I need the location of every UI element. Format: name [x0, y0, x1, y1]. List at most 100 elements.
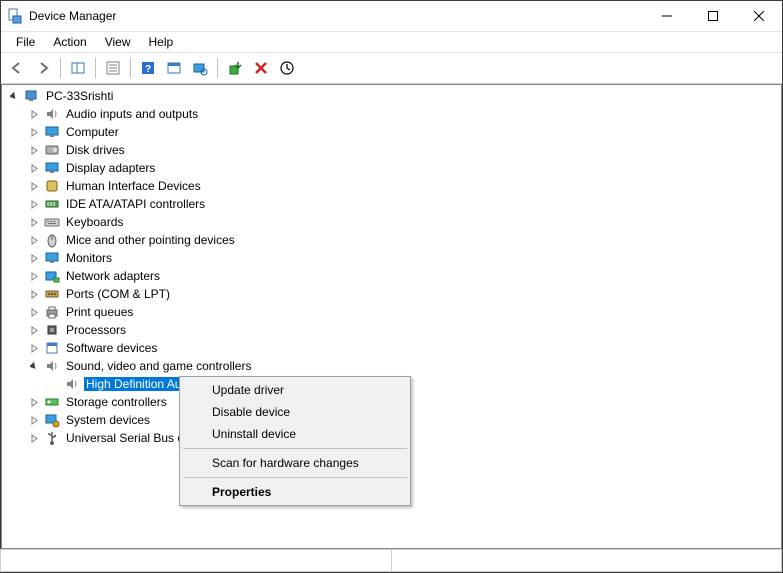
tree-category-audio[interactable]: Audio inputs and outputs: [26, 105, 781, 123]
expand-icon[interactable]: [26, 196, 42, 212]
toolbar-separator: [130, 58, 131, 78]
expand-icon[interactable]: [26, 304, 42, 320]
toolbar-separator: [95, 58, 96, 78]
show-hidden-devices-button[interactable]: [162, 56, 186, 80]
tree-category-label: Storage controllers: [64, 395, 169, 409]
tree-category-hid[interactable]: Human Interface Devices: [26, 177, 781, 195]
context-menu-scan[interactable]: Scan for hardware changes: [182, 452, 408, 474]
tree-category-disk[interactable]: Disk drives: [26, 141, 781, 159]
expand-icon[interactable]: [26, 160, 42, 176]
tree-category-swdev[interactable]: Software devices: [26, 339, 781, 357]
mouse-icon: [44, 232, 60, 248]
back-button[interactable]: [5, 56, 29, 80]
speaker-icon: [64, 376, 80, 392]
window-title: Device Manager: [29, 9, 116, 23]
tree-category-label: Monitors: [64, 251, 114, 265]
tree-category-ports[interactable]: Ports (COM & LPT): [26, 285, 781, 303]
expander-none: [46, 376, 62, 392]
keyboard-icon: [44, 214, 60, 230]
expand-icon[interactable]: [26, 142, 42, 158]
tree-category-ide[interactable]: IDE ATA/ATAPI controllers: [26, 195, 781, 213]
speaker-icon: [44, 358, 60, 374]
tree-category-display[interactable]: Display adapters: [26, 159, 781, 177]
monitor-icon: [44, 124, 60, 140]
properties-button[interactable]: [101, 56, 125, 80]
close-button[interactable]: [736, 1, 782, 31]
context-menu-update[interactable]: Update driver: [182, 379, 408, 401]
speaker-icon: [44, 106, 60, 122]
tree-category-label: Software devices: [64, 341, 159, 355]
software-icon: [44, 340, 60, 356]
scan-hardware-button[interactable]: [188, 56, 212, 80]
toolbar-separator: [60, 58, 61, 78]
collapse-icon[interactable]: [6, 88, 22, 104]
tree-category-label: Network adapters: [64, 269, 162, 283]
expand-icon[interactable]: [26, 322, 42, 338]
expand-icon[interactable]: [26, 214, 42, 230]
context-menu-disable[interactable]: Disable device: [182, 401, 408, 423]
menu-bar: File Action View Help: [1, 32, 782, 53]
disk-icon: [44, 142, 60, 158]
tree-category-label: Computer: [64, 125, 121, 139]
port-icon: [44, 286, 60, 302]
menu-file[interactable]: File: [7, 33, 44, 51]
printer-icon: [44, 304, 60, 320]
help-button[interactable]: ?: [136, 56, 160, 80]
tree-category-mouse[interactable]: Mice and other pointing devices: [26, 231, 781, 249]
update-driver-button[interactable]: [223, 56, 247, 80]
title-bar: Device Manager: [1, 1, 782, 32]
tree-category-label: Audio inputs and outputs: [64, 107, 200, 121]
tree-category-label: Display adapters: [64, 161, 157, 175]
toolbar-separator: [217, 58, 218, 78]
expand-icon[interactable]: [26, 268, 42, 284]
app-icon: [7, 8, 23, 24]
disable-button[interactable]: [275, 56, 299, 80]
tree-category-monitors[interactable]: Monitors: [26, 249, 781, 267]
expand-icon[interactable]: [26, 394, 42, 410]
tree-category-network[interactable]: Network adapters: [26, 267, 781, 285]
menu-view[interactable]: View: [96, 33, 140, 51]
collapse-icon[interactable]: [26, 358, 42, 374]
tree-category-label: Human Interface Devices: [64, 179, 203, 193]
usb-icon: [44, 430, 60, 446]
context-menu-uninstall[interactable]: Uninstall device: [182, 423, 408, 445]
tree-category-label: Keyboards: [64, 215, 125, 229]
expand-icon[interactable]: [26, 430, 42, 446]
tree-root-label: PC-33Srishti: [44, 89, 115, 103]
expand-icon[interactable]: [26, 178, 42, 194]
tree-category-label: Sound, video and game controllers: [64, 359, 253, 373]
tree-category-label: Disk drives: [64, 143, 127, 157]
device-manager-window: Device Manager File Action View Help ? P…: [0, 0, 783, 573]
minimize-button[interactable]: [644, 1, 690, 31]
expand-icon[interactable]: [26, 232, 42, 248]
expand-icon[interactable]: [26, 250, 42, 266]
tree-category-label: Print queues: [64, 305, 135, 319]
menu-help[interactable]: Help: [140, 33, 183, 51]
show-hide-console-button[interactable]: [66, 56, 90, 80]
tree-category-cpu[interactable]: Processors: [26, 321, 781, 339]
tree-category-print[interactable]: Print queues: [26, 303, 781, 321]
tree-category-label: Processors: [64, 323, 128, 337]
context-menu-separator: [183, 477, 407, 478]
tree-category-computer[interactable]: Computer: [26, 123, 781, 141]
hid-icon: [44, 178, 60, 194]
toolbar: ?: [1, 53, 782, 84]
menu-action[interactable]: Action: [44, 33, 95, 51]
expand-icon[interactable]: [26, 106, 42, 122]
maximize-button[interactable]: [690, 1, 736, 31]
cpu-icon: [44, 322, 60, 338]
context-menu-separator: [183, 448, 407, 449]
context-menu: Update driverDisable deviceUninstall dev…: [179, 376, 411, 506]
status-bar: [1, 549, 782, 572]
window-buttons: [644, 1, 782, 31]
status-cell: [0, 549, 392, 572]
forward-button[interactable]: [31, 56, 55, 80]
tree-device-hda[interactable]: High Definition Audio Device: [46, 375, 781, 393]
tree-category-keyboard[interactable]: Keyboards: [26, 213, 781, 231]
expand-icon[interactable]: [26, 412, 42, 428]
uninstall-button[interactable]: [249, 56, 273, 80]
expand-icon[interactable]: [26, 286, 42, 302]
expand-icon[interactable]: [26, 124, 42, 140]
context-menu-props[interactable]: Properties: [182, 481, 408, 503]
expand-icon[interactable]: [26, 340, 42, 356]
